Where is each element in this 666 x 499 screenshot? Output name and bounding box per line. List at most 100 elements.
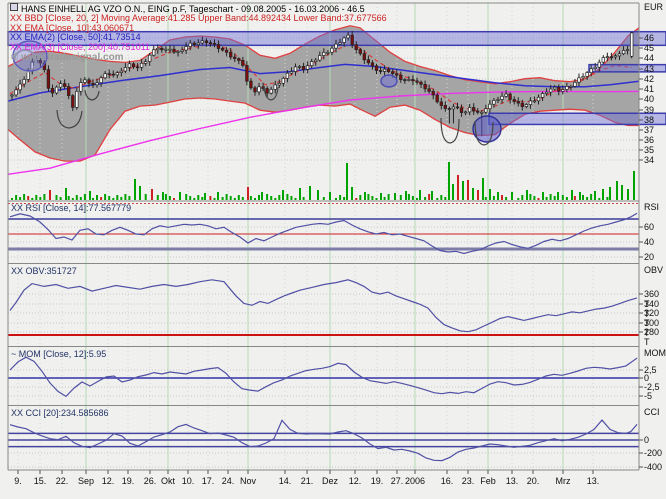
volume-bar xyxy=(394,193,396,200)
legend-ema10[interactable]: XX EMA [Close, 10]:43.060671 xyxy=(10,23,134,33)
candlestick xyxy=(404,80,407,81)
y-tick-label: 36 xyxy=(644,135,654,145)
candlestick xyxy=(298,66,301,67)
volume-bar xyxy=(261,192,263,200)
volume-bar xyxy=(546,197,548,200)
candlestick xyxy=(108,74,111,75)
volume-bar xyxy=(72,198,74,200)
mom-panel-label[interactable]: ~ MOM [Close, 12]:5.95 xyxy=(11,349,106,359)
volume-bar xyxy=(616,181,618,200)
volume-bar xyxy=(65,188,67,200)
volume-bar xyxy=(590,194,592,200)
volume-bar xyxy=(431,191,433,200)
candlestick xyxy=(432,91,435,95)
window-icon xyxy=(10,3,18,11)
drawn-ellipse-annotation[interactable] xyxy=(381,75,397,87)
volume-bar xyxy=(329,192,331,200)
volume-bar xyxy=(173,198,175,200)
volume-bar xyxy=(303,197,305,200)
candlestick xyxy=(614,56,617,57)
candlestick xyxy=(193,43,196,45)
y-tick-label: 40 xyxy=(644,94,654,104)
tradesignal-watermark: © www.tradesignal.com xyxy=(11,53,124,63)
candlestick xyxy=(335,44,338,48)
y-tick-label: -400 xyxy=(644,462,662,472)
candlestick xyxy=(452,107,455,109)
candlestick xyxy=(76,91,79,107)
chart-canvas[interactable] xyxy=(0,0,666,499)
candlestick xyxy=(533,101,536,102)
rsi-panel-label[interactable]: XX RSI [Close, 14]:77.567779 xyxy=(11,203,131,213)
candlestick xyxy=(391,72,394,74)
candlestick xyxy=(481,112,484,113)
volume-bar xyxy=(295,198,297,200)
volume-bar xyxy=(27,196,29,200)
candlestick xyxy=(274,85,277,90)
cci-panel-label[interactable]: XX CCI [20]:234.585686 xyxy=(11,408,109,418)
volume-bar xyxy=(497,192,499,200)
candlestick xyxy=(152,50,155,56)
mom-axis-unit: MOM xyxy=(644,348,666,358)
candlestick xyxy=(578,78,581,82)
candlestick xyxy=(63,84,66,87)
candlestick xyxy=(566,86,569,89)
candlestick xyxy=(468,108,471,112)
candlestick xyxy=(355,45,358,50)
candlestick xyxy=(553,87,556,89)
volume-bar xyxy=(290,196,292,200)
candlestick xyxy=(497,100,500,101)
candlestick xyxy=(197,43,200,45)
y-tick-label: 37 xyxy=(644,125,654,135)
volume-bar xyxy=(116,195,118,200)
legend-bollinger[interactable]: XX BBD [Close, 20, 2] Moving Average:41.… xyxy=(10,13,387,23)
candlestick xyxy=(15,90,18,95)
candlestick xyxy=(72,96,75,108)
volume-bar xyxy=(49,190,51,200)
candlestick xyxy=(112,74,115,75)
volume-bar xyxy=(335,198,337,200)
volume-bar xyxy=(482,178,484,200)
candlestick xyxy=(416,81,419,82)
volume-bar xyxy=(452,184,454,200)
candlestick xyxy=(266,89,269,94)
volume-bar xyxy=(621,185,623,200)
candlestick xyxy=(351,35,354,44)
legend-ema50[interactable]: XX EMA(2) [Close, 50]:41.73514 xyxy=(10,32,141,42)
volume-bar xyxy=(550,194,552,200)
volume-bar xyxy=(376,198,378,200)
candlestick xyxy=(448,109,451,110)
volume-bar xyxy=(562,195,564,200)
volume-bar xyxy=(505,197,507,200)
candlestick xyxy=(323,52,326,55)
volume-bar xyxy=(408,194,410,200)
volume-bar xyxy=(96,195,98,200)
candlestick xyxy=(472,108,475,112)
volume-bar xyxy=(226,194,228,200)
candlestick xyxy=(363,54,366,60)
volume-bar xyxy=(112,198,114,200)
candlestick xyxy=(84,80,87,83)
y-tick-label: 40 xyxy=(644,237,654,247)
volume-bar xyxy=(274,198,276,200)
volume-bar xyxy=(574,196,576,200)
volume-bar xyxy=(76,195,78,200)
y-tick-label: 38 xyxy=(644,115,654,125)
candlestick xyxy=(148,55,151,61)
candlestick xyxy=(339,43,342,45)
candlestick xyxy=(541,94,544,98)
candlestick xyxy=(412,80,415,81)
volume-bar xyxy=(538,198,540,200)
candlestick xyxy=(440,102,443,106)
volume-bar xyxy=(355,198,357,200)
volume-bar xyxy=(189,196,191,200)
candlestick xyxy=(290,72,293,74)
volume-bar xyxy=(193,198,195,200)
volume-bar xyxy=(258,195,260,200)
candlestick xyxy=(521,103,524,106)
volume-bar xyxy=(185,194,187,200)
candlestick xyxy=(286,73,289,78)
candlestick xyxy=(270,89,273,93)
cci-axis-unit: CCI xyxy=(644,407,660,417)
legend-ema200[interactable]: XX EMA(3) [Close, 200]:40.751011 xyxy=(10,42,150,52)
obv-panel-label[interactable]: XX OBV:351727 xyxy=(11,266,77,276)
